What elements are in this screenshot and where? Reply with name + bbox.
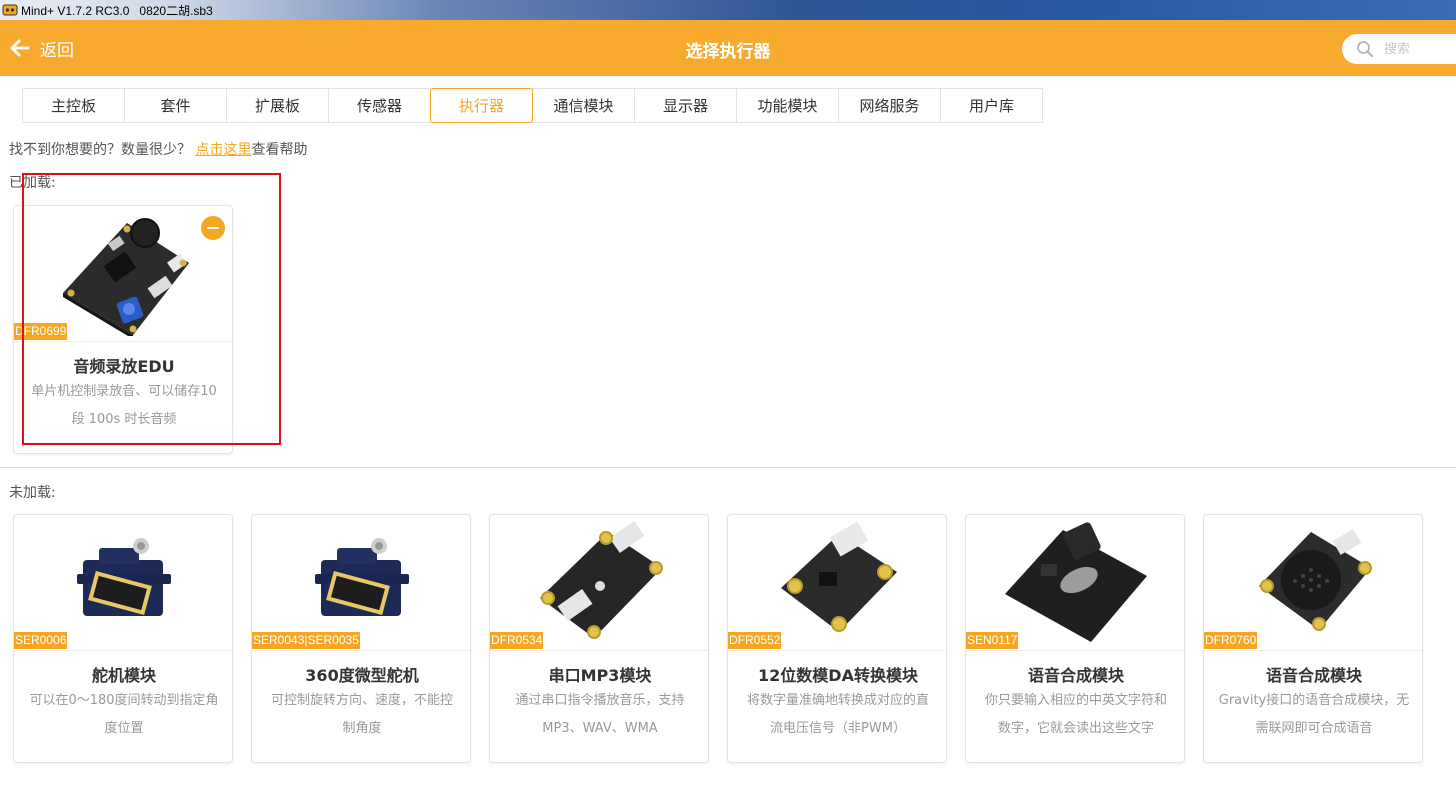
product-sku-badge: SER0006 bbox=[14, 632, 68, 649]
product-card[interactable]: DFR0552 12位数模DA转换模块 将数字量准确地转换成对应的直流电压信号（… bbox=[727, 514, 947, 763]
page-title: 选择执行器 bbox=[685, 42, 771, 62]
tab-5[interactable]: 通信模块 bbox=[532, 88, 635, 123]
card-separator bbox=[252, 650, 470, 651]
product-image bbox=[490, 515, 708, 650]
product-description: 可以在0～180度间转动到指定角度位置 bbox=[29, 693, 219, 736]
help-text-prefix: 找不到你想要的？数量很少？ bbox=[9, 142, 196, 158]
card-separator bbox=[490, 650, 708, 651]
search-box[interactable] bbox=[1342, 34, 1456, 64]
product-card[interactable]: DFR0760 语音合成模块 Gravity接口的语音合成模块，无需联网即可合成… bbox=[1203, 514, 1423, 763]
loaded-section-label: 已加载: bbox=[9, 175, 56, 191]
window-titlebar: Mind+ V1.7.2 RC3.0 0820二胡.sb3 bbox=[0, 0, 1456, 20]
product-description: 通过串口指令播放音乐，支持MP3、WAV、WMA bbox=[515, 693, 685, 736]
product-image bbox=[728, 515, 946, 650]
product-name: 360度微型舵机 bbox=[305, 666, 419, 685]
product-image bbox=[966, 515, 1184, 650]
tab-9[interactable]: 用户库 bbox=[940, 88, 1043, 123]
product-image bbox=[1204, 515, 1422, 650]
help-link[interactable]: 点击这里 bbox=[195, 142, 251, 158]
tab-4[interactable]: 执行器 bbox=[430, 88, 533, 123]
product-sku-badge: DFR0552 bbox=[728, 632, 782, 649]
card-separator bbox=[14, 341, 232, 342]
product-sku-badge: DFR0699 bbox=[14, 323, 68, 340]
tab-8[interactable]: 网络服务 bbox=[838, 88, 941, 123]
section-divider bbox=[0, 467, 1456, 468]
product-sku-badge: SER0043|SER0035 bbox=[252, 632, 360, 649]
header-bar: 返回 选择执行器 bbox=[0, 20, 1456, 76]
card-separator bbox=[966, 650, 1184, 651]
product-description: 单片机控制录放音、可以储存10 段 100s 时长音频 bbox=[31, 384, 217, 427]
tab-0[interactable]: 主控板 bbox=[22, 88, 125, 123]
tab-3[interactable]: 传感器 bbox=[328, 88, 431, 123]
help-line: 找不到你想要的？数量很少？ 点击这里查看帮助 bbox=[9, 139, 307, 159]
product-sku-badge: DFR0534 bbox=[490, 632, 544, 649]
category-tabs: 主控板 套件 扩展板 传感器 执行器 通信模块 显示器 功能模块 网络服务 用户库 bbox=[22, 88, 1043, 123]
product-image bbox=[252, 515, 470, 650]
tab-1[interactable]: 套件 bbox=[124, 88, 227, 123]
product-card[interactable]: SEN0117 语音合成模块 你只要输入相应的中英文字符和数字，它就会读出这些文… bbox=[965, 514, 1185, 763]
product-sku-badge: SEN0117 bbox=[966, 632, 1019, 649]
product-description: 可控制旋转方向、速度，不能控制角度 bbox=[270, 693, 453, 736]
unloaded-section-label: 未加载: bbox=[9, 485, 56, 501]
product-card[interactable]: SER0043|SER0035 360度微型舵机 可控制旋转方向、速度，不能控制… bbox=[251, 514, 471, 763]
product-name: 12位数模DA转换模块 bbox=[758, 666, 918, 685]
tab-6[interactable]: 显示器 bbox=[634, 88, 737, 123]
card-separator bbox=[14, 650, 232, 651]
search-icon bbox=[1357, 41, 1373, 57]
product-sku-badge: DFR0760 bbox=[1204, 632, 1258, 649]
product-name: 音频录放EDU bbox=[73, 357, 175, 376]
product-description: Gravity接口的语音合成模块，无需联网即可合成语音 bbox=[1218, 693, 1410, 736]
product-name: 舵机模块 bbox=[91, 666, 156, 685]
product-card[interactable]: DFR0699 音频录放EDU 单片机控制录放音、可以储存10 段 100s 时… bbox=[13, 205, 233, 454]
search-input[interactable] bbox=[1384, 41, 1454, 57]
remove-icon[interactable] bbox=[201, 216, 225, 240]
card-separator bbox=[1204, 650, 1422, 651]
product-description: 将数字量准确地转换成对应的直流电压信号（非PWM） bbox=[746, 693, 929, 736]
product-description: 你只要输入相应的中英文字符和数字，它就会读出这些文字 bbox=[984, 693, 1167, 736]
app-icon bbox=[2, 4, 18, 16]
card-separator bbox=[728, 650, 946, 651]
product-name: 语音合成模块 bbox=[1265, 666, 1362, 685]
product-card[interactable]: DFR0534 串口MP3模块 通过串口指令播放音乐，支持MP3、WAV、WMA bbox=[489, 514, 709, 763]
window-title: Mind+ V1.7.2 RC3.0 0820二胡.sb3 bbox=[21, 3, 213, 18]
product-card[interactable]: SER0006 舵机模块 可以在0～180度间转动到指定角度位置 bbox=[13, 514, 233, 763]
help-text-suffix: 查看帮助 bbox=[251, 142, 308, 158]
tab-7[interactable]: 功能模块 bbox=[736, 88, 839, 123]
product-name: 串口MP3模块 bbox=[548, 666, 652, 685]
product-name: 语音合成模块 bbox=[1027, 666, 1124, 685]
tab-2[interactable]: 扩展板 bbox=[226, 88, 329, 123]
product-image bbox=[14, 515, 232, 650]
